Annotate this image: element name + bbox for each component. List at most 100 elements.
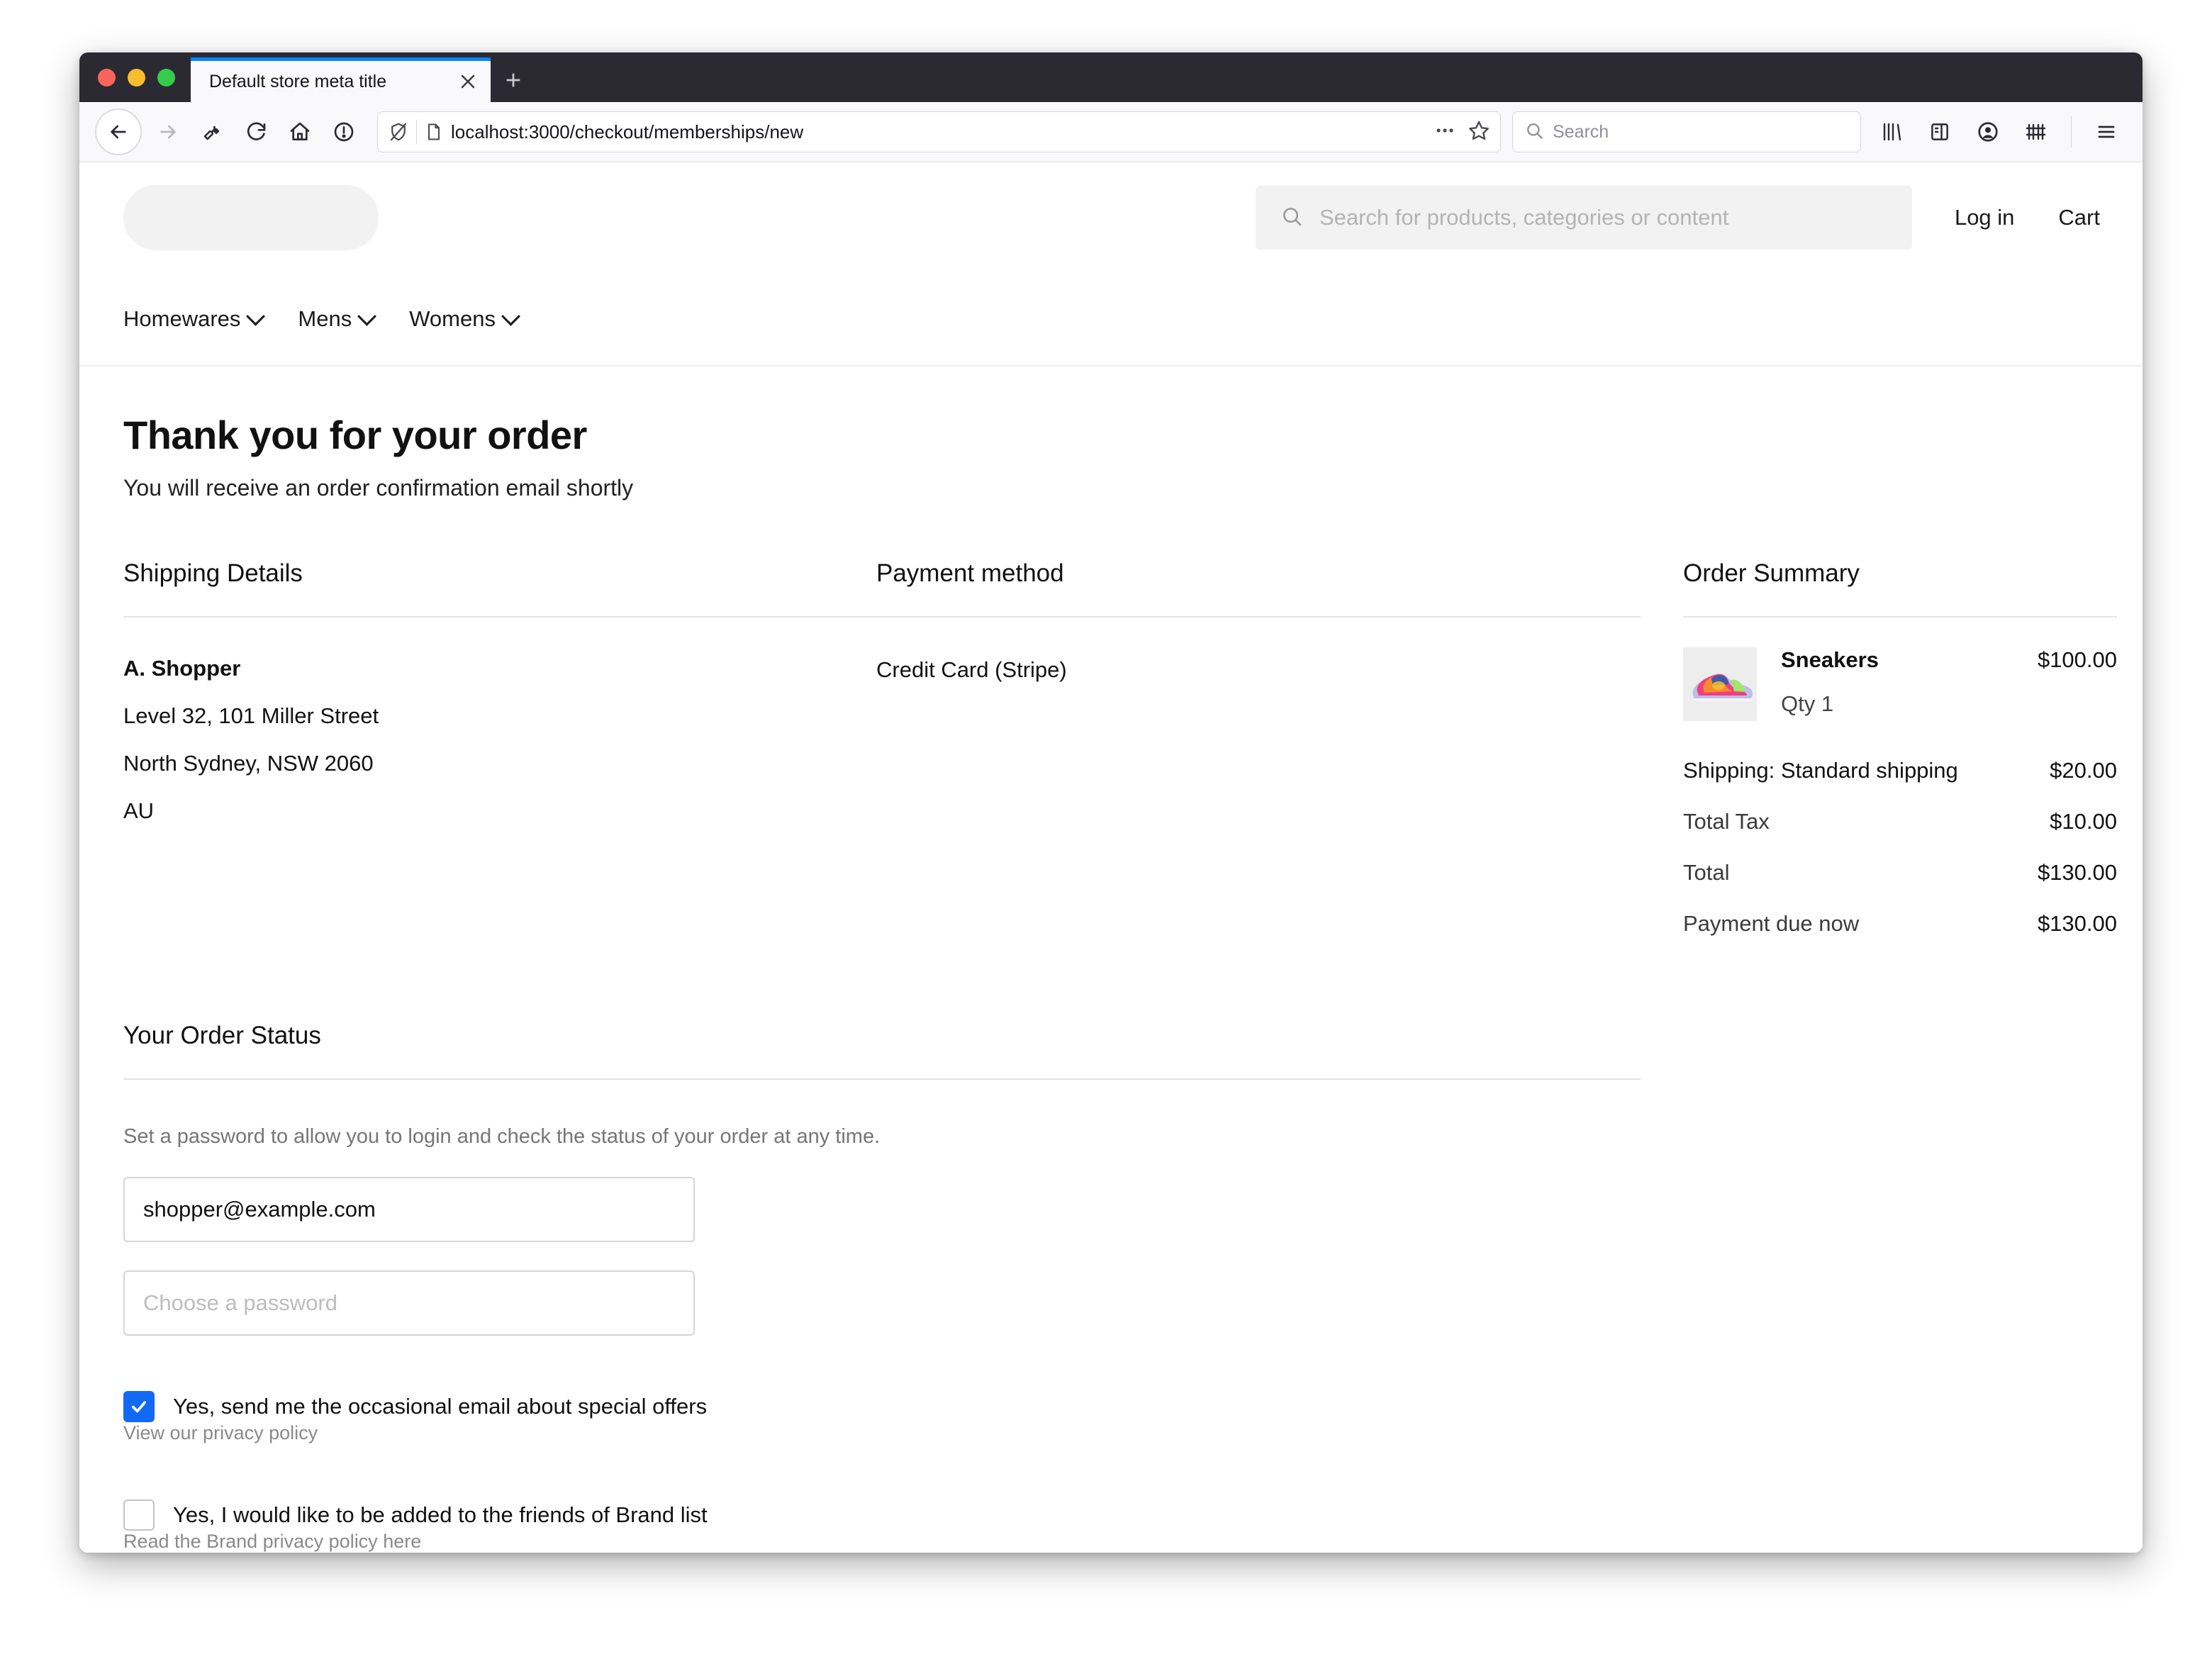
library-icon[interactable] <box>1871 111 1912 152</box>
container-tabs-icon[interactable] <box>2016 111 2057 152</box>
nav-item-label: Womens <box>409 306 496 331</box>
browser-search-placeholder: Search <box>1553 121 1609 142</box>
new-tab-icon[interactable] <box>491 57 536 102</box>
page-actions-icon[interactable] <box>1434 123 1456 142</box>
nav-item-label: Mens <box>298 306 352 331</box>
order-status-note: Set a password to allow you to login and… <box>123 1125 881 1148</box>
shield-off-icon[interactable] <box>388 121 409 143</box>
page-document-icon[interactable] <box>424 122 444 142</box>
shipping-country: AU <box>123 798 155 823</box>
order-line-item: Sneakers Qty 1 $100.00 <box>1683 647 2117 721</box>
summary-row-total: Total $130.00 <box>1683 860 2117 886</box>
shipping-address-line1: Level 32, 101 Miller Street <box>123 703 379 728</box>
marketing-optin-checkbox[interactable] <box>123 1391 155 1422</box>
wrench-icon[interactable] <box>190 110 234 154</box>
shipping-heading: Shipping Details <box>123 559 303 587</box>
content-columns: Shipping Details A. Shopper Level 32, 10… <box>123 559 2117 937</box>
brand-optin-row[interactable]: Yes, I would like to be added to the fri… <box>123 1499 1641 1531</box>
total-tax-value: $10.00 <box>2050 809 2117 834</box>
order-summary-column: Order Summary Sneakers Qty 1 $100.00 Shi… <box>1683 559 2117 937</box>
email-field-value: shopper@example.com <box>143 1197 376 1222</box>
shipping-address-line2: North Sydney, NSW 2060 <box>123 751 374 776</box>
payment-heading: Payment method <box>876 559 1064 587</box>
brand-privacy-policy-link[interactable]: Read the Brand privacy policy here <box>123 1531 421 1552</box>
marketing-optin-row[interactable]: Yes, send me the occasional email about … <box>123 1391 1641 1422</box>
privacy-policy-link[interactable]: View our privacy policy <box>123 1422 318 1443</box>
order-status-section: Your Order Status Set a password to allo… <box>123 1022 1641 1553</box>
password-field-placeholder: Choose a password <box>143 1290 337 1315</box>
back-icon[interactable] <box>95 108 142 155</box>
summary-row-shipping: Shipping: Standard shipping $20.00 <box>1683 758 2117 783</box>
browser-search-bar[interactable]: Search <box>1512 111 1861 152</box>
shipping-price: $20.00 <box>2050 758 2117 783</box>
cart-link[interactable]: Cart <box>2058 205 2100 230</box>
order-status-divider <box>123 1078 1641 1080</box>
shipping-divider <box>123 616 876 618</box>
page-subtitle: You will receive an order confirmation e… <box>123 475 634 501</box>
login-link[interactable]: Log in <box>1955 205 2014 230</box>
page-title: Thank you for your order <box>123 413 587 457</box>
product-thumbnail <box>1683 647 1757 721</box>
shipping-name: A. Shopper <box>123 656 241 681</box>
url-bar[interactable]: localhost:3000/checkout/memberships/new <box>377 111 1501 152</box>
close-tab-icon[interactable] <box>451 65 485 99</box>
tab-title: Default store meta title <box>209 71 387 91</box>
minimize-window-button[interactable] <box>128 68 145 86</box>
brand-optin-checkbox[interactable] <box>123 1499 155 1531</box>
maximize-window-button[interactable] <box>157 68 175 86</box>
page-content: Thank you for your order You will receiv… <box>79 412 2143 1553</box>
browser-nav-toolbar: localhost:3000/checkout/memberships/new <box>79 102 2143 162</box>
payment-due-value: $130.00 <box>2037 911 2117 936</box>
site-search-input[interactable]: Search for products, categories or conte… <box>1255 186 1912 250</box>
summary-row-payment-due: Payment due now $130.00 <box>1683 911 2117 937</box>
order-status-heading: Your Order Status <box>123 1022 321 1049</box>
chevron-down-icon <box>501 306 520 326</box>
url-divider <box>416 120 417 144</box>
site-nav: Homewares Mens Womens <box>79 273 2143 367</box>
total-tax-label: Total Tax <box>1683 809 1770 834</box>
browser-tab-active[interactable]: Default store meta title <box>191 57 491 102</box>
chevron-down-icon <box>246 306 266 326</box>
header-links: Log in Cart <box>1912 205 2100 230</box>
reload-icon[interactable] <box>234 110 278 154</box>
nav-item-mens[interactable]: Mens <box>298 306 377 332</box>
marketing-optin-label: Yes, send me the occasional email about … <box>173 1394 708 1419</box>
store-logo[interactable] <box>123 185 379 250</box>
forward-icon[interactable] <box>146 110 190 154</box>
brand-optin-group: Yes, I would like to be added to the fri… <box>123 1499 1641 1553</box>
toolbar-divider <box>2071 116 2072 147</box>
hamburger-menu-icon[interactable] <box>2086 111 2127 152</box>
browser-tab-strip: Default store meta title <box>79 52 2143 102</box>
payment-due-label: Payment due now <box>1683 911 1860 936</box>
site-search-placeholder: Search for products, categories or conte… <box>1319 205 1729 230</box>
email-field[interactable]: shopper@example.com <box>123 1177 695 1242</box>
product-price: $100.00 <box>2037 647 2117 672</box>
total-label: Total <box>1683 860 1730 885</box>
nav-item-label: Homewares <box>123 306 241 331</box>
page-viewport: Search for products, categories or conte… <box>79 162 2143 1553</box>
account-icon[interactable] <box>1967 111 2009 152</box>
nav-item-homewares[interactable]: Homewares <box>123 306 266 332</box>
bookmark-star-icon[interactable] <box>1468 119 1490 145</box>
search-icon <box>1280 204 1304 232</box>
sidebar-icon[interactable] <box>1919 111 1960 152</box>
browser-toolbar-icons <box>1871 111 2127 152</box>
nav-item-womens[interactable]: Womens <box>409 306 520 332</box>
order-summary-heading: Order Summary <box>1683 559 1860 587</box>
product-name: Sneakers <box>1781 647 1879 672</box>
payment-divider <box>876 616 1641 618</box>
shipping-column: Shipping Details A. Shopper Level 32, 10… <box>123 559 876 822</box>
password-field[interactable]: Choose a password <box>123 1270 695 1336</box>
home-icon[interactable] <box>278 110 322 154</box>
browser-window: Default store meta title localhost:3000/… <box>79 52 2143 1553</box>
order-line-details: Sneakers Qty 1 <box>1757 647 2038 717</box>
order-summary-divider <box>1683 616 2117 618</box>
url-text: localhost:3000/checkout/memberships/new <box>451 121 804 143</box>
window-controls <box>79 52 191 102</box>
brand-optin-label: Yes, I would like to be added to the fri… <box>173 1502 708 1527</box>
site-header: Search for products, categories or conte… <box>79 162 2143 273</box>
marketing-optin-group: Yes, send me the occasional email about … <box>123 1391 1641 1444</box>
close-window-button[interactable] <box>98 68 116 86</box>
product-qty: Qty 1 <box>1781 691 1834 716</box>
info-icon[interactable] <box>322 110 366 154</box>
